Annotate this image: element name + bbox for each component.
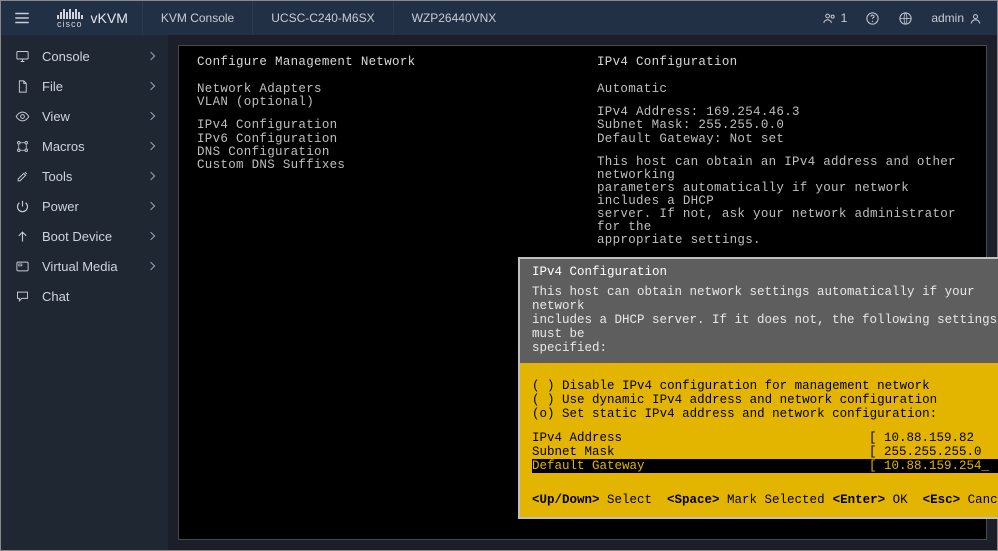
field-value: 10.88.159.254_ bbox=[884, 459, 989, 473]
console-right-header: IPv4 Configuration bbox=[597, 56, 968, 69]
dialog-options: ( ) Disable IPv4 configuration for manag… bbox=[532, 379, 998, 421]
radio-option[interactable]: ( ) Disable IPv4 configuration for manag… bbox=[532, 379, 998, 393]
sidebar-item-label: View bbox=[42, 109, 136, 124]
hint-esc: <Esc> bbox=[923, 493, 961, 507]
topbar: cisco vKVM KVM Console UCSC-C240-M6SX WZ… bbox=[1, 1, 997, 35]
eye-icon bbox=[15, 109, 30, 124]
tools-icon bbox=[15, 169, 30, 184]
topbar-actions: 1 admin bbox=[822, 11, 997, 26]
breadcrumb-item[interactable]: WZP26440VNX bbox=[393, 1, 515, 35]
ipv4-config-dialog: IPv4 Configuration This host can obtain … bbox=[518, 257, 998, 519]
chevron-right-icon bbox=[147, 52, 155, 60]
console-left-block: IPv4 Configuration IPv6 Configuration DN… bbox=[197, 119, 597, 172]
help-button[interactable] bbox=[865, 11, 880, 26]
sidebar-item-label: Virtual Media bbox=[42, 259, 136, 274]
file-icon bbox=[15, 79, 30, 94]
field-value: 255.255.255.0 bbox=[884, 445, 982, 459]
breadcrumb: KVM Console UCSC-C240-M6SX WZP26440VNX bbox=[142, 1, 514, 35]
users-icon bbox=[822, 11, 837, 26]
media-icon bbox=[15, 259, 30, 274]
sidebar-item-macros[interactable]: Macros bbox=[1, 131, 168, 161]
field-default-gateway[interactable]: Default Gateway[ 10.88.159.254_ ] bbox=[532, 459, 998, 473]
help-icon bbox=[865, 11, 880, 26]
chevron-right-icon bbox=[147, 262, 155, 270]
brand-text: vKVM bbox=[91, 10, 128, 26]
monitor-icon bbox=[15, 49, 30, 64]
dialog-header: IPv4 Configuration This host can obtain … bbox=[520, 259, 998, 363]
sidebar-item-label: Tools bbox=[42, 169, 136, 184]
app-root: cisco vKVM KVM Console UCSC-C240-M6SX WZ… bbox=[0, 0, 998, 551]
chevron-right-icon bbox=[147, 232, 155, 240]
radio-option[interactable]: (o) Set static IPv4 address and network … bbox=[532, 407, 998, 421]
dialog-title: IPv4 Configuration bbox=[532, 265, 998, 279]
hint-enter: <Enter> bbox=[833, 493, 886, 507]
field-value: 10.88.159.82 bbox=[884, 431, 974, 445]
username-label: admin bbox=[931, 11, 964, 25]
users-indicator[interactable]: 1 bbox=[822, 11, 848, 26]
menu-toggle-button[interactable] bbox=[1, 9, 43, 27]
dialog-footer: <Up/Down> Select <Space> Mark Selected <… bbox=[520, 483, 998, 517]
sidebar-item-virtual-media[interactable]: Virtual Media bbox=[1, 251, 168, 281]
users-count: 1 bbox=[841, 11, 848, 25]
globe-icon bbox=[898, 11, 913, 26]
sidebar-item-label: Boot Device bbox=[42, 229, 136, 244]
brand-small-text: cisco bbox=[57, 19, 83, 29]
sidebar-item-label: Macros bbox=[42, 139, 136, 154]
brand: cisco vKVM bbox=[43, 7, 142, 29]
chevron-right-icon bbox=[147, 112, 155, 120]
user-icon bbox=[968, 11, 983, 26]
nodes-icon bbox=[15, 139, 30, 154]
power-icon bbox=[15, 199, 30, 214]
chevron-right-icon bbox=[147, 142, 155, 150]
main: Configure Management Network IPv4 Config… bbox=[168, 35, 997, 550]
sidebar-item-tools[interactable]: Tools bbox=[1, 161, 168, 191]
console-right-block: Automatic bbox=[597, 83, 968, 96]
sidebar-item-boot-device[interactable]: Boot Device bbox=[1, 221, 168, 251]
hamburger-icon bbox=[13, 9, 31, 27]
sidebar: Console File View Macros Tools bbox=[1, 35, 168, 550]
console-right-block: IPv4 Address: 169.254.46.3 Subnet Mask: … bbox=[597, 106, 968, 145]
console-left-block: Network Adapters VLAN (optional) bbox=[197, 83, 597, 109]
chevron-right-icon bbox=[147, 172, 155, 180]
breadcrumb-item[interactable]: UCSC-C240-M6SX bbox=[252, 1, 392, 35]
field-ipv4-address[interactable]: IPv4 Address[ 10.88.159.82 ] bbox=[532, 431, 998, 445]
sidebar-item-console[interactable]: Console bbox=[1, 41, 168, 71]
breadcrumb-item[interactable]: KVM Console bbox=[142, 1, 252, 35]
hint-space: <Space> bbox=[667, 493, 720, 507]
dialog-fields: IPv4 Address[ 10.88.159.82 ] Subnet Mask… bbox=[532, 431, 998, 473]
console-left-header: Configure Management Network bbox=[197, 56, 597, 69]
sidebar-item-label: File bbox=[42, 79, 136, 94]
sidebar-item-chat[interactable]: Chat bbox=[1, 281, 168, 311]
sidebar-item-label: Power bbox=[42, 199, 136, 214]
sidebar-item-view[interactable]: View bbox=[1, 101, 168, 131]
chat-icon bbox=[15, 289, 30, 304]
sidebar-item-label: Console bbox=[42, 49, 136, 64]
language-button[interactable] bbox=[898, 11, 913, 26]
cisco-logo-icon: cisco bbox=[57, 7, 83, 29]
arrow-up-icon bbox=[15, 229, 30, 244]
chevron-right-icon bbox=[147, 202, 155, 210]
dialog-body[interactable]: ( ) Disable IPv4 configuration for manag… bbox=[520, 363, 998, 483]
field-subnet-mask[interactable]: Subnet Mask[ 255.255.255.0 ] bbox=[532, 445, 998, 459]
chevron-right-icon bbox=[147, 82, 155, 90]
radio-option[interactable]: ( ) Use dynamic IPv4 address and network… bbox=[532, 393, 998, 407]
sidebar-item-power[interactable]: Power bbox=[1, 191, 168, 221]
user-menu[interactable]: admin bbox=[931, 11, 983, 26]
sidebar-item-file[interactable]: File bbox=[1, 71, 168, 101]
console-right-block: This host can obtain an IPv4 address and… bbox=[597, 156, 968, 248]
body: Console File View Macros Tools bbox=[1, 35, 997, 550]
hint-updown: <Up/Down> bbox=[532, 493, 600, 507]
sidebar-item-label: Chat bbox=[42, 289, 154, 304]
